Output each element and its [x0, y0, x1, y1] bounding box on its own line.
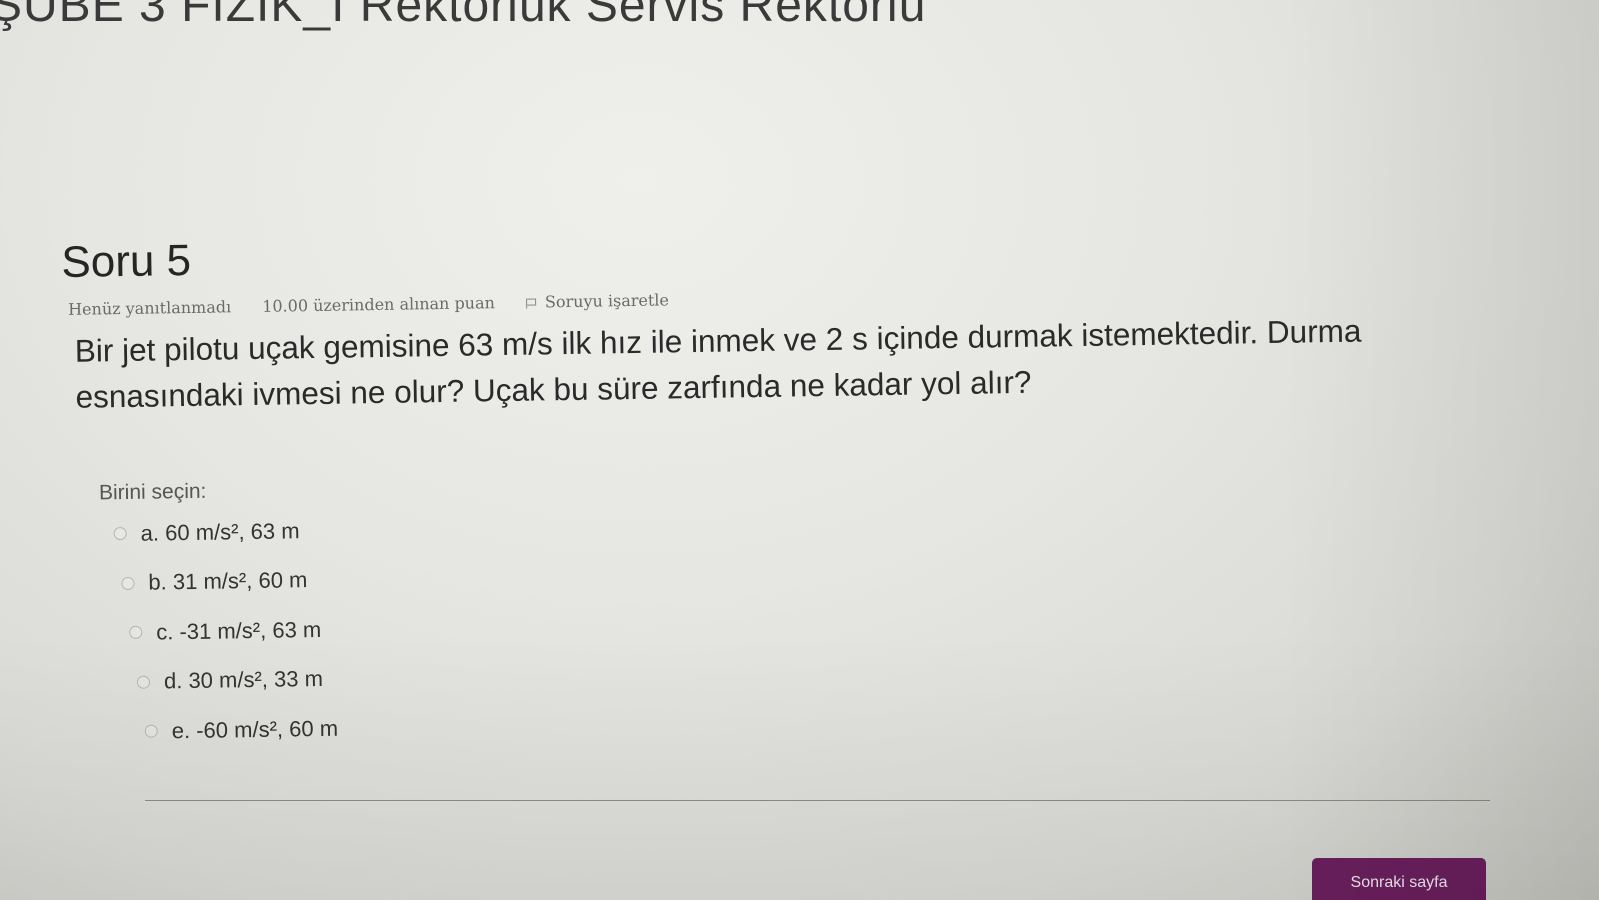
answer-option-d[interactable]: d. 30 m/s², 33 m: [136, 665, 338, 694]
answer-radio-e[interactable]: [144, 724, 158, 738]
answer-list: a. 60 m/s², 63 m b. 31 m/s², 60 m c. -31…: [113, 518, 338, 769]
flag-question-link[interactable]: Soruyu işaretle: [525, 290, 695, 312]
answer-option-e[interactable]: e. -60 m/s², 60 m: [144, 715, 339, 744]
answer-radio-c[interactable]: [129, 625, 143, 639]
question-number: Soru 5: [61, 235, 192, 287]
question-points: 10.00 üzerinden alınan puan: [262, 293, 496, 316]
answer-radio-d[interactable]: [136, 675, 151, 689]
answer-label-d: d. 30 m/s², 33 m: [163, 665, 324, 694]
question-status: Henüz yanıtlanmadı: [67, 297, 232, 319]
next-page-button[interactable]: Sonraki sayfa: [1312, 858, 1486, 900]
flag-question-label: Soruyu işaretle: [544, 290, 670, 312]
answer-label-b: b. 31 m/s², 60 m: [148, 567, 308, 595]
answer-option-a[interactable]: a. 60 m/s², 63 m: [113, 518, 335, 546]
answer-label-e: e. -60 m/s², 60 m: [171, 715, 339, 743]
answer-option-c[interactable]: c. -31 m/s², 63 m: [129, 616, 337, 645]
question-info: Henüz yanıtlanmadı 10.00 üzerinden alına…: [67, 290, 721, 319]
section-divider: [145, 800, 1490, 801]
question-text: Bir jet pilotu uçak gemisine 63 m/s ilk …: [74, 312, 1362, 415]
answer-option-b[interactable]: b. 31 m/s², 60 m: [121, 567, 336, 595]
flag-icon: [525, 298, 538, 309]
answer-prompt: Birini seçin:: [98, 479, 207, 505]
answer-radio-b[interactable]: [121, 576, 135, 590]
answer-radio-a[interactable]: [113, 526, 127, 541]
answer-label-a: a. 60 m/s², 63 m: [140, 517, 300, 546]
question-card: Soru 5 Henüz yanıtlanmadı 10.00 üzerinde…: [0, 0, 1599, 900]
answer-label-c: c. -31 m/s², 63 m: [156, 616, 322, 645]
